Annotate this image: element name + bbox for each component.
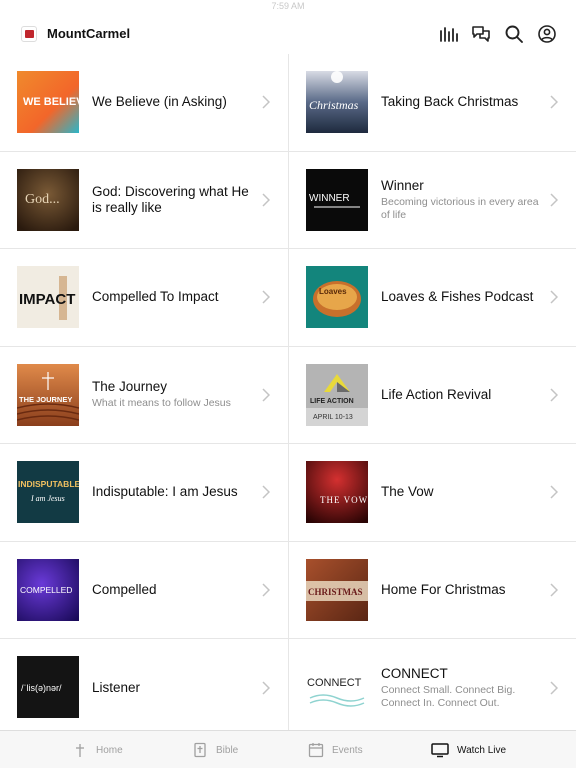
series-thumbnail: THE JOURNEY bbox=[17, 363, 79, 426]
series-item[interactable]: WE BELIEVE We Believe (in Asking) bbox=[0, 54, 288, 152]
tv-icon bbox=[431, 742, 449, 758]
svg-text:/ˈlis(ə)nər/: /ˈlis(ə)nər/ bbox=[21, 683, 62, 693]
svg-text:APRIL 10-13: APRIL 10-13 bbox=[313, 414, 353, 421]
tab-label: Home bbox=[96, 744, 123, 756]
chevron-right-icon bbox=[262, 388, 270, 402]
series-thumbnail: CHRISTMAS bbox=[306, 558, 368, 621]
app-title: MountCarmel bbox=[47, 26, 131, 41]
series-title: Taking Back Christmas bbox=[381, 94, 519, 110]
series-title: We Believe (in Asking) bbox=[92, 94, 227, 110]
cross-icon bbox=[72, 742, 88, 758]
series-thumbnail: CONNECT bbox=[306, 656, 368, 718]
series-thumbnail: Christmas bbox=[306, 71, 368, 133]
series-item[interactable]: CONNECT CONNECT Connect Small. Connect B… bbox=[289, 639, 576, 737]
chevron-right-icon bbox=[550, 193, 558, 207]
svg-text:LIFE ACTION: LIFE ACTION bbox=[310, 398, 354, 405]
series-subtitle: Becoming victorious in every area of lif… bbox=[381, 195, 539, 221]
series-item[interactable]: CHRISTMAS Home For Christmas bbox=[289, 542, 576, 639]
series-title: The Vow bbox=[381, 484, 434, 500]
chevron-right-icon bbox=[262, 485, 270, 499]
tab-label: Bible bbox=[216, 744, 239, 756]
series-subtitle: What it means to follow Jesus bbox=[92, 397, 231, 410]
series-item[interactable]: WINNER Winner Becoming victorious in eve… bbox=[289, 152, 576, 249]
svg-text:I am Jesus: I am Jesus bbox=[30, 494, 65, 503]
tab-home[interactable]: Home bbox=[72, 731, 123, 768]
series-title: Winner bbox=[381, 177, 424, 193]
chevron-right-icon bbox=[262, 583, 270, 597]
series-item[interactable]: LIFE ACTION APRIL 10-13 Life Action Revi… bbox=[289, 347, 576, 444]
series-title: Life Action Revival bbox=[381, 386, 492, 402]
series-thumbnail: LIFE ACTION APRIL 10-13 bbox=[306, 363, 368, 426]
tab-label: Events bbox=[332, 744, 363, 756]
series-title: Compelled To Impact bbox=[92, 289, 219, 305]
svg-text:THE VOW: THE VOW bbox=[320, 495, 368, 505]
series-subtitle: Connect Small. Connect Big. Connect In. … bbox=[381, 683, 516, 709]
chevron-right-icon bbox=[550, 388, 558, 402]
app-header: MountCarmel bbox=[0, 14, 576, 54]
series-item[interactable]: Loaves Loaves & Fishes Podcast bbox=[289, 249, 576, 347]
series-item[interactable]: THE VOW The Vow bbox=[289, 444, 576, 542]
chevron-right-icon bbox=[262, 193, 270, 207]
chat-bubbles-icon[interactable] bbox=[470, 23, 492, 45]
svg-text:INDISPUTABLE: INDISPUTABLE bbox=[18, 479, 79, 489]
series-item[interactable]: INDISPUTABLE I am Jesus Indisputable: I … bbox=[0, 444, 288, 542]
chevron-right-icon bbox=[262, 290, 270, 304]
chevron-right-icon bbox=[550, 485, 558, 499]
series-item[interactable]: THE JOURNEY The Journey What it means to… bbox=[0, 347, 288, 444]
series-title: Home For Christmas bbox=[381, 581, 506, 597]
app-logo bbox=[21, 26, 37, 42]
svg-text:IMPACT: IMPACT bbox=[19, 291, 75, 308]
chevron-right-icon bbox=[550, 681, 558, 695]
status-bar: 7:59 AM bbox=[0, 0, 576, 14]
status-time: 7:59 AM bbox=[271, 1, 305, 11]
series-thumbnail: COMPELLED bbox=[17, 558, 79, 621]
series-thumbnail: God... bbox=[17, 168, 79, 231]
series-title: Listener bbox=[92, 679, 141, 695]
tab-events[interactable]: Events bbox=[308, 731, 363, 768]
svg-text:WE BELIEVE: WE BELIEVE bbox=[23, 96, 79, 108]
svg-text:CHRISTMAS: CHRISTMAS bbox=[308, 587, 363, 597]
series-item[interactable]: /ˈlis(ə)nər/ Listener bbox=[0, 639, 288, 737]
series-thumbnail: WINNER bbox=[306, 168, 368, 231]
search-icon[interactable] bbox=[503, 23, 525, 45]
svg-text:God...: God... bbox=[25, 192, 60, 207]
chevron-right-icon bbox=[262, 95, 270, 109]
series-thumbnail: INDISPUTABLE I am Jesus bbox=[17, 461, 79, 523]
chevron-right-icon bbox=[550, 95, 558, 109]
series-thumbnail: IMPACT bbox=[17, 266, 79, 328]
series-thumbnail: Loaves bbox=[306, 266, 368, 328]
account-icon[interactable] bbox=[536, 23, 558, 45]
audio-bars-icon[interactable] bbox=[438, 23, 460, 45]
series-item[interactable]: Christmas Taking Back Christmas bbox=[289, 54, 576, 152]
series-title: God: Discovering what He is really like bbox=[92, 183, 249, 215]
tab-bar: Home Bible Events Watch Live bbox=[0, 730, 576, 768]
series-title: CONNECT bbox=[381, 665, 448, 681]
series-title: The Journey bbox=[92, 379, 168, 395]
series-grid: WE BELIEVE We Believe (in Asking) God...… bbox=[0, 54, 576, 730]
svg-text:WINNER: WINNER bbox=[309, 193, 350, 204]
series-item[interactable]: COMPELLED Compelled bbox=[0, 542, 288, 639]
chevron-right-icon bbox=[550, 583, 558, 597]
series-title: Compelled bbox=[92, 581, 157, 597]
series-title: Indisputable: I am Jesus bbox=[92, 484, 238, 500]
series-thumbnail: THE VOW bbox=[306, 461, 368, 523]
svg-text:CONNECT: CONNECT bbox=[307, 677, 362, 689]
tab-watch-live[interactable]: Watch Live bbox=[431, 731, 506, 768]
tab-label: Watch Live bbox=[457, 744, 507, 756]
chevron-right-icon bbox=[262, 681, 270, 695]
series-thumbnail: WE BELIEVE bbox=[17, 71, 79, 133]
series-item[interactable]: God... God: Discovering what He is reall… bbox=[0, 152, 288, 249]
svg-text:Christmas: Christmas bbox=[309, 98, 359, 112]
series-thumbnail: /ˈlis(ə)nər/ bbox=[17, 656, 79, 718]
svg-text:COMPELLED: COMPELLED bbox=[20, 585, 72, 595]
series-title: Loaves & Fishes Podcast bbox=[381, 289, 534, 305]
bible-icon bbox=[192, 742, 208, 758]
svg-text:THE JOURNEY: THE JOURNEY bbox=[19, 395, 72, 404]
svg-text:Loaves: Loaves bbox=[319, 287, 347, 296]
calendar-icon bbox=[308, 742, 324, 758]
chevron-right-icon bbox=[550, 290, 558, 304]
series-item[interactable]: IMPACT Compelled To Impact bbox=[0, 249, 288, 347]
tab-bible[interactable]: Bible bbox=[192, 731, 238, 768]
